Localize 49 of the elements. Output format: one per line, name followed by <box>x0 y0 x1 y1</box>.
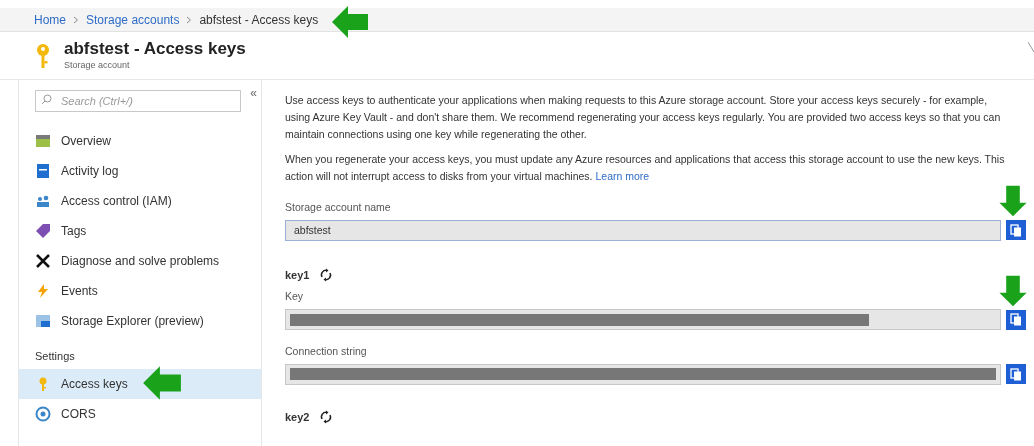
chevron-icon <box>186 15 193 24</box>
copy-icon <box>1010 223 1022 237</box>
copy-button[interactable] <box>1006 364 1026 385</box>
search-icon <box>41 94 52 105</box>
copy-icon <box>1010 367 1022 381</box>
breadcrumb-link[interactable]: Storage accounts <box>86 10 180 29</box>
lightning-icon <box>35 283 51 299</box>
refresh-icon[interactable] <box>319 268 334 282</box>
close-icon[interactable] <box>1028 42 1034 52</box>
sidebar-item[interactable]: Tags <box>19 216 261 246</box>
search-field[interactable]: Search (Ctrl+/) <box>35 90 241 112</box>
page-subtitle: Storage account <box>64 58 131 72</box>
copy-button[interactable] <box>1006 220 1026 241</box>
field-label: Key <box>285 289 305 305</box>
key-field[interactable] <box>285 309 1001 330</box>
breadcrumb-current: abfstest - Access keys <box>199 11 319 29</box>
field-label: Storage account name <box>285 200 392 215</box>
notice-paragraph: When you regenerate your access keys, you must update any Azure resources and applications that access this storage account to use the new keys. This action will not interrupt access to disks from your virtual machines. Learn more <box>285 152 1006 184</box>
copy-button[interactable] <box>1006 309 1026 330</box>
globe-icon <box>35 405 51 422</box>
key-heading: key2 <box>285 409 310 425</box>
sidebar-item[interactable]: Access control (IAM) <box>19 186 261 216</box>
tools-icon <box>35 253 51 269</box>
people-icon <box>35 193 51 209</box>
sidebar-item[interactable]: Overview <box>19 126 261 156</box>
key-icon <box>36 42 50 69</box>
copy-icon <box>1010 313 1022 326</box>
account-name-field[interactable]: abfstest <box>285 219 1001 241</box>
sidebar-item[interactable]: Events <box>19 276 261 306</box>
intro-paragraph: Use access keys to authenticate your applications when making requests to this Azure storage account. Store your access keys securely - for example, using Azure Key Vault - and don't share them. We recommend regenerating your access keys regularly. You are provided two access keys so that you can maintain connections using one key while regenerating the other. <box>285 93 1002 142</box>
key-field[interactable] <box>285 363 1001 385</box>
refresh-icon[interactable] <box>319 410 334 424</box>
tag-icon <box>35 223 51 239</box>
sidebar-item[interactable]: CORS <box>19 398 261 429</box>
page-title: abfstest - Access keys <box>64 38 246 59</box>
overview-icon <box>35 133 51 149</box>
log-icon <box>35 163 51 179</box>
sidebar-item[interactable]: Diagnose and solve problems <box>19 246 261 276</box>
collapse-button[interactable]: « <box>250 88 257 98</box>
chevron-icon <box>73 15 79 24</box>
learn-more-link[interactable]: Learn more <box>595 170 650 182</box>
explorer-icon <box>35 313 51 329</box>
sidebar-item[interactable]: Access keys <box>19 368 261 399</box>
key-heading: key1 <box>285 267 310 283</box>
section-heading: Settings <box>34 349 76 364</box>
breadcrumb-link[interactable]: Home <box>34 10 66 29</box>
field-label: Connection string <box>285 344 368 359</box>
sidebar-item[interactable]: Activity log <box>19 156 261 186</box>
sidebar-item[interactable]: Storage Explorer (preview) <box>19 306 261 336</box>
